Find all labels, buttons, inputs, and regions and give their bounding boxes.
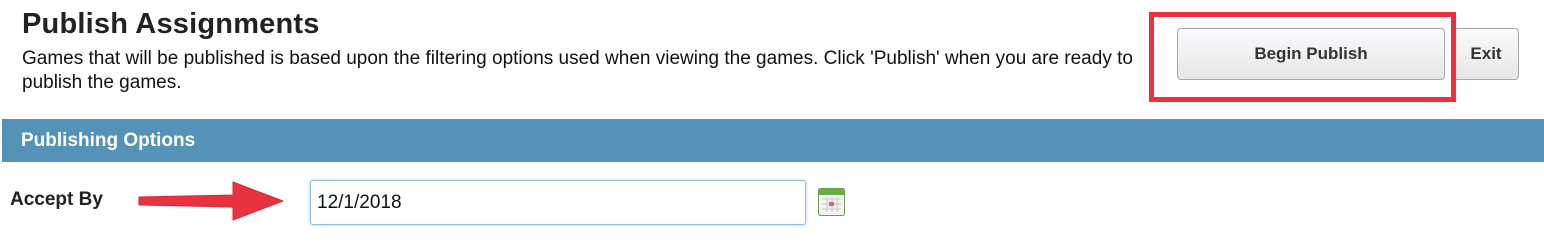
page-title: Publish Assignments [22,8,320,40]
exit-button[interactable]: Exit [1453,28,1519,80]
page-description: Games that will be published is based up… [22,48,1133,93]
arrow-right-icon [138,181,284,221]
publishing-options-header: Publishing Options [2,119,1544,162]
accept-by-date-input[interactable] [310,180,806,225]
accept-by-label: Accept By [10,189,103,210]
calendar-icon[interactable] [818,188,845,216]
section-title: Publishing Options [21,129,196,151]
annotation-highlight-box [1149,12,1456,102]
